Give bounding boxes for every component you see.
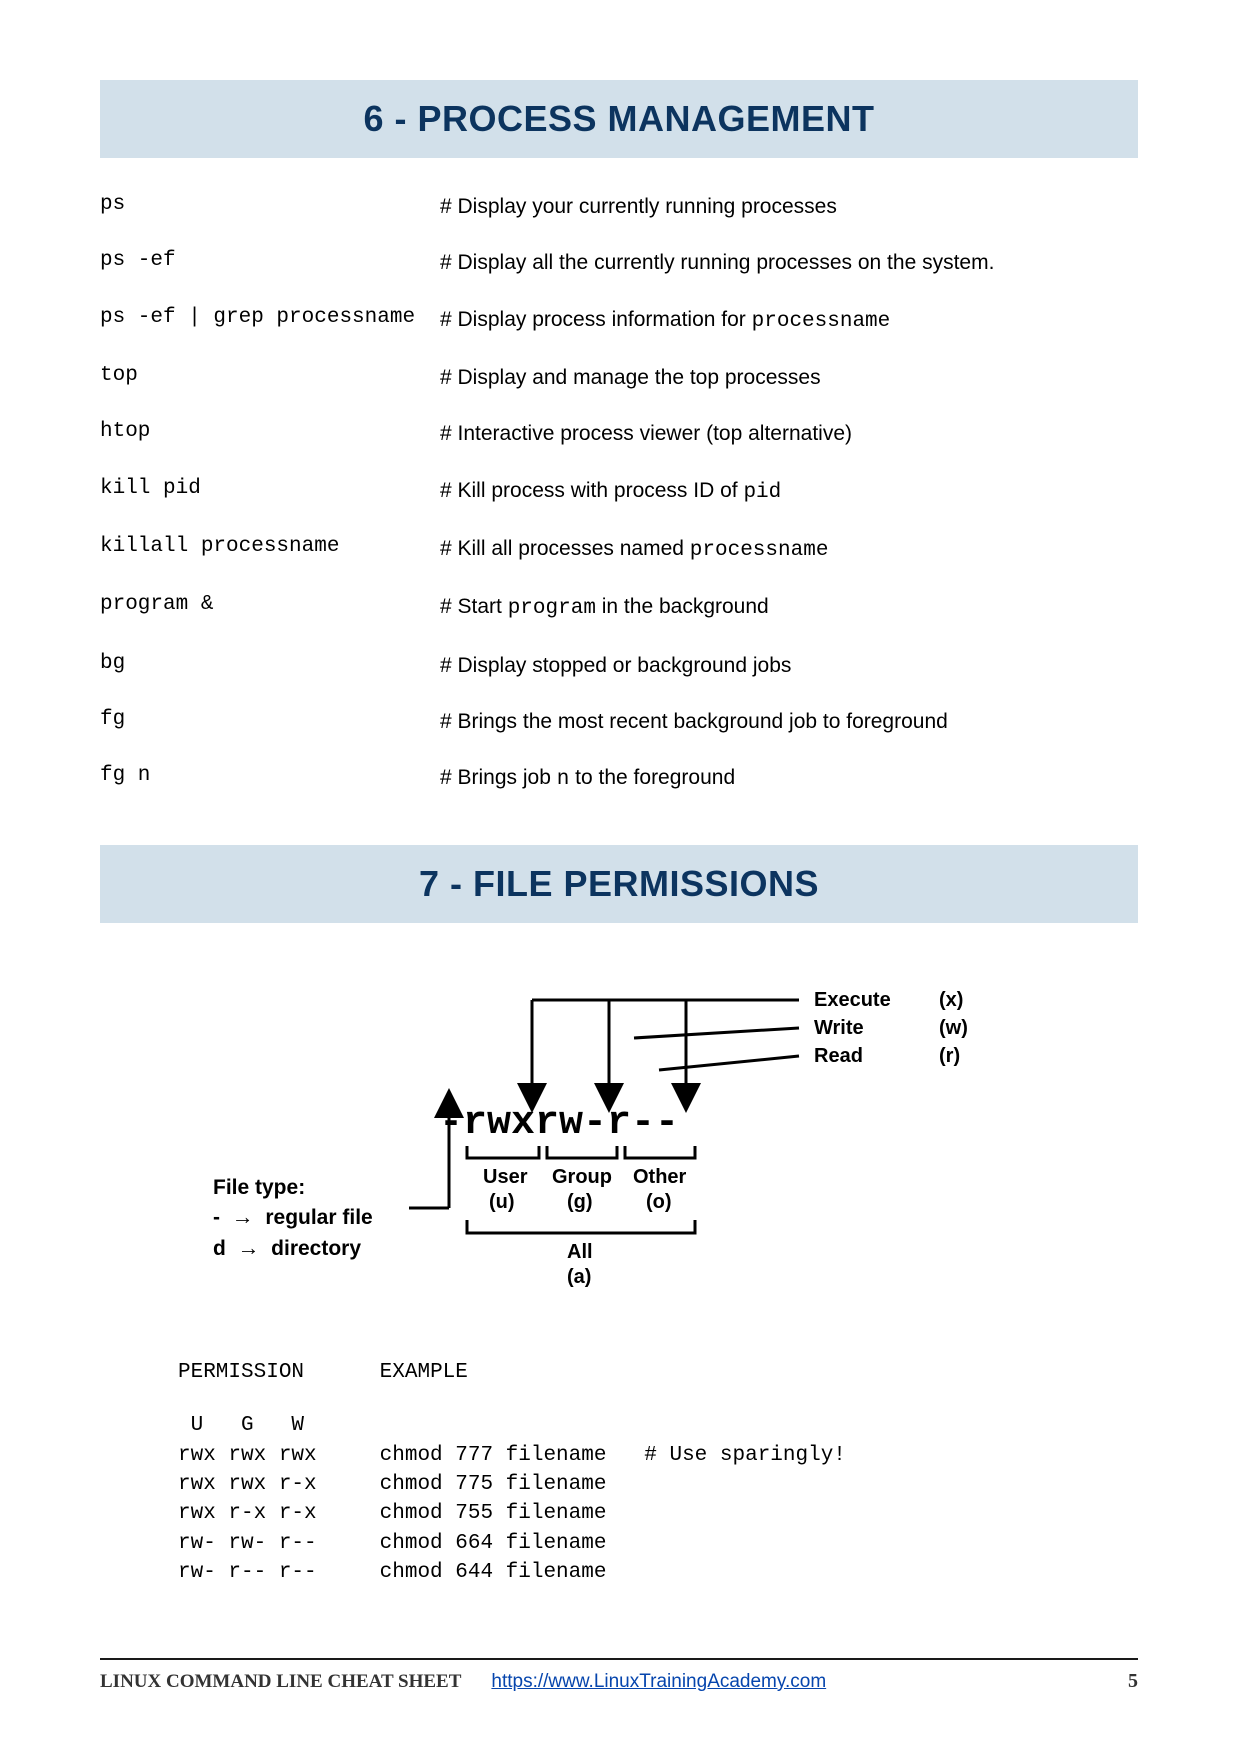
command-row: ps -ef# Display all the currently runnin… bbox=[100, 249, 1138, 277]
group-other-sym: (o) bbox=[646, 1191, 672, 1213]
command-row: fg# Brings the most recent background jo… bbox=[100, 708, 1138, 736]
legend-execute-sym: (x) bbox=[939, 989, 963, 1011]
command-description: # Display all the currently running proc… bbox=[440, 249, 994, 277]
command-row: ps -ef | grep processname# Display proce… bbox=[100, 306, 1138, 336]
section-7-header: 7 - FILE PERMISSIONS bbox=[100, 845, 1138, 923]
file-type-regular: - → regular file bbox=[213, 1202, 373, 1233]
permission-table: PERMISSION EXAMPLE U G W rwx rwx rwx chm… bbox=[178, 1358, 1138, 1588]
permissions-diagram: -rwxrw-r-- Execute (x) Write (w) Read (r… bbox=[239, 958, 999, 1338]
command-description: # Brings the most recent background job … bbox=[440, 708, 948, 736]
perm-example-row: rw- rw- r-- chmod 664 filename bbox=[178, 1529, 1138, 1558]
command-text: bg bbox=[100, 652, 440, 675]
command-text: top bbox=[100, 364, 440, 387]
command-row: fg n# Brings job n to the foreground bbox=[100, 764, 1138, 794]
section-6-header: 6 - PROCESS MANAGEMENT bbox=[100, 80, 1138, 158]
footer-link[interactable]: https://www.LinuxTrainingAcademy.com bbox=[491, 1671, 826, 1693]
file-type-title: File type: bbox=[213, 1173, 373, 1202]
group-group: Group bbox=[552, 1166, 612, 1188]
legend-read-sym: (r) bbox=[939, 1045, 960, 1067]
command-description: # Display your currently running process… bbox=[440, 193, 837, 221]
perm-example-row: rwx rwx rwx chmod 777 filename # Use spa… bbox=[178, 1441, 1138, 1470]
perm-table-ugw: U G W bbox=[178, 1411, 1138, 1440]
footer-title: LINUX COMMAND LINE CHEAT SHEET bbox=[100, 1671, 461, 1693]
file-type-legend: File type: - → regular file d → director… bbox=[213, 1173, 373, 1264]
command-row: bg# Display stopped or background jobs bbox=[100, 652, 1138, 680]
group-other: Other bbox=[633, 1166, 687, 1188]
file-type-dir: d → directory bbox=[213, 1233, 373, 1264]
command-text: fg bbox=[100, 708, 440, 731]
command-text: fg n bbox=[100, 764, 440, 787]
group-user-sym: (u) bbox=[489, 1191, 515, 1213]
command-description: # Interactive process viewer (top altern… bbox=[440, 420, 852, 448]
command-text: kill pid bbox=[100, 477, 440, 500]
perm-table-header: PERMISSION EXAMPLE bbox=[178, 1358, 1138, 1387]
legend-write: Write bbox=[814, 1017, 864, 1039]
command-text: htop bbox=[100, 420, 440, 443]
footer-page-number: 5 bbox=[1128, 1670, 1138, 1693]
command-text: program & bbox=[100, 593, 440, 616]
group-group-sym: (g) bbox=[567, 1191, 593, 1213]
command-row: top# Display and manage the top processe… bbox=[100, 364, 1138, 392]
group-user: User bbox=[483, 1166, 528, 1188]
command-text: killall processname bbox=[100, 535, 440, 558]
perm-example-row: rwx r-x r-x chmod 755 filename bbox=[178, 1499, 1138, 1528]
command-description: # Display process information for proces… bbox=[440, 306, 890, 336]
legend-read: Read bbox=[814, 1045, 863, 1067]
command-description: # Display and manage the top processes bbox=[440, 364, 821, 392]
command-row: ps# Display your currently running proce… bbox=[100, 193, 1138, 221]
process-command-list: ps# Display your currently running proce… bbox=[100, 193, 1138, 795]
command-description: # Kill all processes named processname bbox=[440, 535, 828, 565]
command-row: program &# Start program in the backgrou… bbox=[100, 593, 1138, 623]
legend-write-sym: (w) bbox=[939, 1017, 968, 1039]
command-description: # Start program in the background bbox=[440, 593, 769, 623]
command-description: # Kill process with process ID of pid bbox=[440, 477, 781, 507]
group-all-sym: (a) bbox=[567, 1266, 591, 1288]
command-row: kill pid# Kill process with process ID o… bbox=[100, 477, 1138, 507]
group-all: All bbox=[567, 1241, 593, 1263]
command-text: ps bbox=[100, 193, 440, 216]
command-text: ps -ef | grep processname bbox=[100, 306, 440, 329]
page-footer: LINUX COMMAND LINE CHEAT SHEET https://w… bbox=[100, 1658, 1138, 1693]
perm-example-row: rwx rwx r-x chmod 775 filename bbox=[178, 1470, 1138, 1499]
perm-example-row: rw- r-- r-- chmod 644 filename bbox=[178, 1558, 1138, 1587]
legend-execute: Execute bbox=[814, 989, 891, 1011]
perm-string: -rwxrw-r-- bbox=[439, 1101, 679, 1146]
command-row: killall processname# Kill all processes … bbox=[100, 535, 1138, 565]
command-description: # Display stopped or background jobs bbox=[440, 652, 791, 680]
command-row: htop# Interactive process viewer (top al… bbox=[100, 420, 1138, 448]
command-text: ps -ef bbox=[100, 249, 440, 272]
command-description: # Brings job n to the foreground bbox=[440, 764, 735, 794]
